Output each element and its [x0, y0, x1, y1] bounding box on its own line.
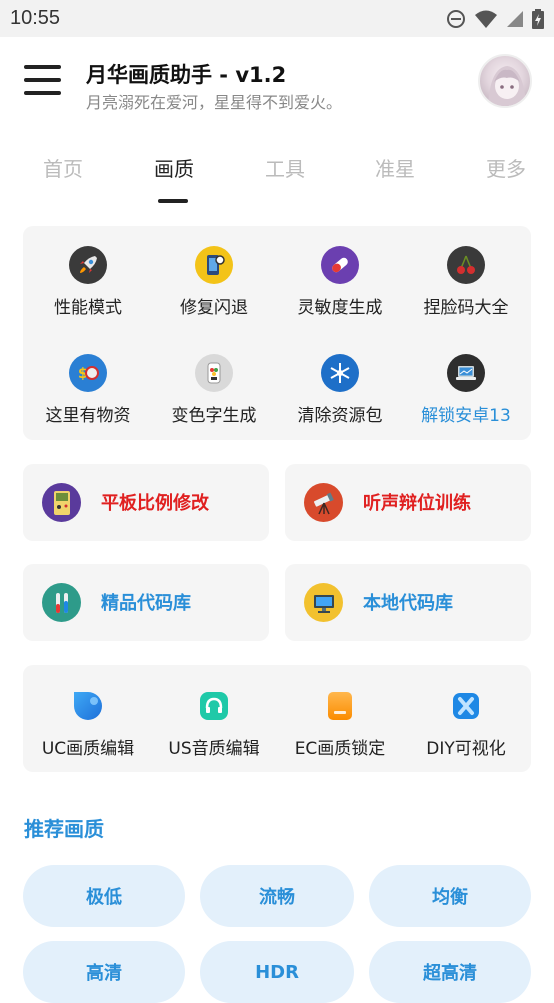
- quality-option-uhd[interactable]: 超高清: [369, 941, 531, 1003]
- tab-tools[interactable]: 工具: [245, 153, 325, 182]
- tool-supplies[interactable]: $ 这里有物资: [23, 354, 153, 426]
- editor-ec-lock[interactable]: EC画质锁定: [275, 687, 405, 759]
- feature-label: 精品代码库: [101, 593, 191, 614]
- menu-icon: [24, 65, 61, 69]
- tab-home[interactable]: 首页: [23, 153, 103, 182]
- tool-face-codes[interactable]: 捏脸码大全: [401, 246, 531, 318]
- app-title: 月华画质助手 - v1.2: [86, 63, 287, 87]
- coin-icon: $: [69, 354, 107, 392]
- wifi-icon: [475, 10, 497, 28]
- tool-sensitivity[interactable]: 灵敏度生成: [275, 246, 405, 318]
- computer-icon: [304, 583, 343, 622]
- rocket-icon: [69, 246, 107, 284]
- laptop-icon: [447, 354, 485, 392]
- feature-label: 本地代码库: [363, 593, 453, 614]
- tool-label: 灵敏度生成: [297, 298, 383, 318]
- palette-phone-icon: [195, 354, 233, 392]
- quality-option-lowest[interactable]: 极低: [23, 865, 185, 927]
- tool-label: 性能模式: [54, 298, 122, 318]
- tool-fix-crash[interactable]: 修复闪退: [149, 246, 279, 318]
- do-not-disturb-icon: [447, 9, 465, 28]
- tools-grid-card: 性能模式 修复闪退 灵敏度生成 捏脸码大全 $ 这里有物资 变色字生成 清除资源…: [23, 226, 531, 440]
- editor-label: DIY可视化: [426, 739, 506, 759]
- x-shape-icon: [447, 687, 485, 725]
- gameboy-icon: [42, 483, 81, 522]
- app-header: 月华画质助手 - v1.2 月亮溺死在爱河，星星得不到爱火。: [0, 37, 554, 129]
- section-title-recommend: 推荐画质: [24, 817, 104, 841]
- pill-icon: [321, 246, 359, 284]
- feature-card-premium-code[interactable]: 精品代码库: [23, 564, 269, 641]
- feature-card-tablet-ratio[interactable]: 平板比例修改: [23, 464, 269, 541]
- signal-icon: [507, 10, 523, 27]
- quality-option-balanced[interactable]: 均衡: [369, 865, 531, 927]
- quality-option-hdr[interactable]: HDR: [200, 941, 354, 1003]
- feature-label: 平板比例修改: [101, 493, 209, 514]
- cherry-icon: [447, 246, 485, 284]
- telescope-icon: [304, 483, 343, 522]
- menu-button[interactable]: [24, 65, 61, 99]
- tool-label: 这里有物资: [45, 406, 131, 426]
- quality-option-hd[interactable]: 高清: [23, 941, 185, 1003]
- tool-label: 修复闪退: [180, 298, 248, 318]
- tool-clear-resources[interactable]: 清除资源包: [275, 354, 405, 426]
- tab-bar: 首页 画质 工具 准星 更多: [0, 149, 554, 209]
- headphone-icon: [195, 687, 233, 725]
- editor-us-sound[interactable]: US音质编辑: [149, 687, 279, 759]
- tab-indicator: [158, 199, 188, 203]
- tab-crosshair[interactable]: 准星: [355, 153, 435, 182]
- tool-color-text[interactable]: 变色字生成: [149, 354, 279, 426]
- app-subtitle: 月亮溺死在爱河，星星得不到爱火。: [86, 93, 343, 112]
- quality-option-smooth[interactable]: 流畅: [200, 865, 354, 927]
- snowflake-icon: [321, 354, 359, 392]
- editor-label: US音质编辑: [168, 739, 260, 759]
- status-icons: [446, 8, 544, 29]
- tool-label: 解锁安卓13: [421, 406, 511, 426]
- tool-label: 变色字生成: [171, 406, 257, 426]
- editors-card: UC画质编辑 US音质编辑 EC画质锁定 DIY可视化: [23, 665, 531, 772]
- battery-icon: [532, 8, 544, 29]
- test-tubes-icon: [42, 583, 81, 622]
- card-icon: [321, 687, 359, 725]
- tab-quality[interactable]: 画质: [134, 153, 214, 182]
- tab-more[interactable]: 更多: [466, 153, 546, 182]
- editor-uc-quality[interactable]: UC画质编辑: [23, 687, 153, 759]
- phone-gear-icon: [195, 246, 233, 284]
- editor-label: EC画质锁定: [294, 739, 386, 759]
- tool-label: 捏脸码大全: [423, 298, 509, 318]
- feature-label: 听声辩位训练: [363, 493, 471, 514]
- status-time: 10:55: [10, 7, 61, 29]
- avatar-image-icon: [488, 66, 526, 106]
- feature-card-local-code[interactable]: 本地代码库: [285, 564, 531, 641]
- status-bar: 10:55: [0, 0, 554, 37]
- editor-label: UC画质编辑: [41, 739, 135, 759]
- tool-performance-mode[interactable]: 性能模式: [23, 246, 153, 318]
- feature-card-sound-training[interactable]: 听声辩位训练: [285, 464, 531, 541]
- bubble-icon: [69, 687, 107, 725]
- avatar[interactable]: [478, 54, 532, 108]
- tool-label: 清除资源包: [297, 406, 383, 426]
- editor-diy-visual[interactable]: DIY可视化: [401, 687, 531, 759]
- tool-unlock-android13[interactable]: 解锁安卓13: [401, 354, 531, 426]
